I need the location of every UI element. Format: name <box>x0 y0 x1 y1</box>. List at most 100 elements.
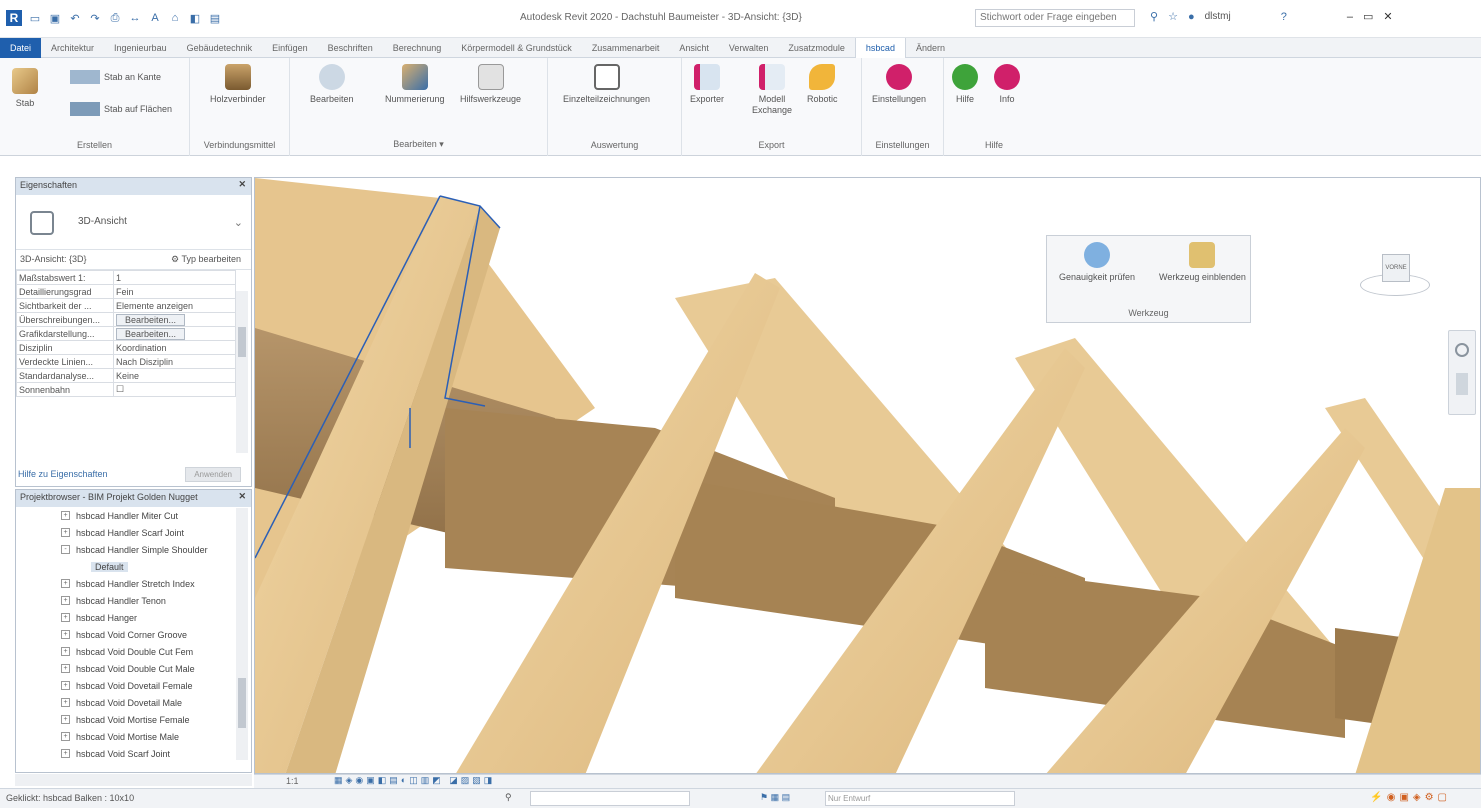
properties-help-link[interactable]: Hilfe zu Eigenschaften <box>18 469 108 479</box>
favorite-icon[interactable]: ☆ <box>1168 10 1178 23</box>
property-value[interactable]: Elemente anzeigen <box>113 298 236 313</box>
viewcube-face[interactable]: VORNE <box>1382 254 1410 282</box>
open-icon[interactable]: ▭ <box>28 11 42 25</box>
exporter-button[interactable]: Exporter <box>690 64 724 105</box>
expand-toggle-icon[interactable]: + <box>61 613 70 622</box>
3d-viewport[interactable] <box>254 177 1481 774</box>
ribbon-tab-3[interactable]: Gebäudetechnik <box>177 38 263 58</box>
edit-type-button[interactable]: ⚙ Typ bearbeiten <box>171 254 241 265</box>
chevron-down-icon[interactable]: ⌄ <box>234 216 243 229</box>
status-tool-icons[interactable]: ⚡◉▣◈⚙▢ <box>1370 792 1451 803</box>
property-value[interactable]: Fein <box>113 284 236 299</box>
property-row[interactable]: Grafikdarstellung... Bearbeiten... <box>16 326 236 341</box>
stab-flaechen-button[interactable]: Stab auf Flächen <box>70 102 172 116</box>
expand-toggle-icon[interactable]: + <box>61 596 70 605</box>
einstellungen-button[interactable]: Einstellungen <box>872 64 926 105</box>
property-value[interactable]: Bearbeiten... <box>113 326 236 341</box>
browser-item[interactable]: + hsbcad Hanger <box>16 609 251 626</box>
ribbon-tab-6[interactable]: Berechnung <box>383 38 452 58</box>
property-row[interactable]: Disziplin Koordination <box>16 340 236 355</box>
property-row[interactable]: Sonnenbahn ☐ <box>16 382 236 397</box>
expand-toggle-icon[interactable]: + <box>61 664 70 673</box>
help-icon[interactable]: ? <box>1281 11 1287 23</box>
type-selector[interactable]: 3D-Ansicht ⌄ <box>16 195 251 250</box>
instance-filter[interactable]: 3D-Ansicht: {3D} <box>20 254 87 264</box>
measure-icon[interactable]: ↔ <box>128 11 142 25</box>
roof-truss-model[interactable] <box>255 178 1481 774</box>
expand-toggle-icon[interactable]: + <box>61 579 70 588</box>
property-value[interactable]: Nach Disziplin <box>113 354 236 369</box>
save-icon[interactable]: ▣ <box>48 11 62 25</box>
expand-toggle-icon[interactable]: + <box>61 511 70 520</box>
apply-button[interactable]: Anwenden <box>185 467 241 482</box>
property-row[interactable]: Überschreibungen... Bearbeiten... <box>16 312 236 327</box>
browser-item[interactable]: + hsbcad Handler Scarf Joint <box>16 524 251 541</box>
browser-item[interactable]: + hsbcad Void Double Cut Male <box>16 660 251 677</box>
expand-toggle-icon[interactable]: - <box>61 545 70 554</box>
user-name[interactable]: dlstmj <box>1205 11 1231 22</box>
steering-wheel-icon[interactable] <box>1455 343 1469 357</box>
bearbeiten-button[interactable]: Bearbeiten <box>310 64 354 105</box>
browser-item[interactable]: + hsbcad Handler Miter Cut <box>16 507 251 524</box>
scroll-thumb[interactable] <box>238 678 246 728</box>
user-icon[interactable]: ● <box>1188 11 1195 23</box>
property-row[interactable]: Verdeckte Linien... Nach Disziplin <box>16 354 236 369</box>
browser-horizontal-scrollbar[interactable] <box>15 774 252 786</box>
ribbon-tab-4[interactable]: Einfügen <box>262 38 318 58</box>
minimize-icon[interactable]: – <box>1347 11 1353 23</box>
ribbon-tab-10[interactable]: Verwalten <box>719 38 779 58</box>
expand-toggle-icon[interactable]: + <box>61 749 70 758</box>
robotic-button[interactable]: Robotic <box>807 64 838 105</box>
print-icon[interactable]: ⎙ <box>108 11 122 25</box>
redo-icon[interactable]: ↷ <box>88 11 102 25</box>
property-row[interactable]: Maßstabswert 1: 1 <box>16 270 236 285</box>
zoom-icon[interactable] <box>1456 373 1468 395</box>
revit-logo-icon[interactable]: R <box>6 10 22 26</box>
scroll-thumb[interactable] <box>238 327 246 357</box>
browser-item[interactable]: - hsbcad Handler Simple Shoulder <box>16 541 251 558</box>
undo-icon[interactable]: ↶ <box>68 11 82 25</box>
browser-item[interactable]: + hsbcad Void Mortise Male <box>16 728 251 745</box>
view-control-icons[interactable]: ▦◈◉▣◧▤◐◫▥◩ ◪▨▧◨ <box>334 775 495 786</box>
binoculars-icon[interactable]: ⚲ <box>1150 10 1158 23</box>
property-value[interactable]: ☐ <box>113 382 236 397</box>
status-input[interactable] <box>530 791 690 806</box>
ribbon-tab-8[interactable]: Zusammenarbeit <box>582 38 670 58</box>
property-row[interactable]: Detaillierungsgrad Fein <box>16 284 236 299</box>
ribbon-tab-12[interactable]: hsbcad <box>854 37 906 58</box>
ribbon-tab-11[interactable]: Zusatzmodule <box>778 38 855 58</box>
workset-selector[interactable]: Nur Entwurf <box>825 791 1015 806</box>
browser-item[interactable]: + hsbcad Handler Stretch Index <box>16 575 251 592</box>
ribbon-tab-2[interactable]: Ingenieurbau <box>104 38 177 58</box>
hilfe-button[interactable]: Hilfe <box>952 64 978 105</box>
properties-filter[interactable]: 3D-Ansicht: {3D} ⚙ Typ bearbeiten <box>16 250 251 270</box>
browser-item[interactable]: + hsbcad Void Dovetail Female <box>16 677 251 694</box>
hilfswerkzeuge-button[interactable]: Hilfswerkzeuge <box>460 64 521 105</box>
browser-scrollbar[interactable] <box>236 508 248 760</box>
ribbon-tab-1[interactable]: Architektur <box>41 38 104 58</box>
workset-icons[interactable]: ⚑ ▦ ▤ <box>760 792 790 803</box>
modell-exchange-button[interactable]: Modell Exchange <box>747 64 797 116</box>
expand-toggle-icon[interactable]: + <box>61 647 70 656</box>
browser-item[interactable]: + hsbcad Void Scarf Joint <box>16 745 251 762</box>
close-icon[interactable]: ✕ <box>1383 10 1392 23</box>
maximize-icon[interactable]: ▭ <box>1363 10 1373 23</box>
ribbon-tab-9[interactable]: Ansicht <box>669 38 719 58</box>
property-value[interactable]: Keine <box>113 368 236 383</box>
ribbon-tab-0[interactable]: Datei <box>0 37 42 58</box>
expand-toggle-icon[interactable]: + <box>61 698 70 707</box>
browser-item[interactable]: + hsbcad Handler Tenon <box>16 592 251 609</box>
property-row[interactable]: Sichtbarkeit der ... Elemente anzeigen <box>16 298 236 313</box>
browser-item[interactable]: Default <box>16 558 251 575</box>
browser-item[interactable]: + hsbcad Void Dovetail Male <box>16 694 251 711</box>
property-value[interactable]: Bearbeiten... <box>113 312 236 327</box>
expand-toggle-icon[interactable]: + <box>61 681 70 690</box>
property-value[interactable]: Koordination <box>113 340 236 355</box>
expand-toggle-icon[interactable]: + <box>61 528 70 537</box>
holzverbinder-button[interactable]: Holzverbinder <box>210 64 266 105</box>
expand-toggle-icon[interactable]: + <box>61 630 70 639</box>
property-value[interactable]: 1 <box>113 270 236 285</box>
view-scale[interactable]: 1:1 <box>286 776 299 786</box>
browser-item[interactable]: + hsbcad Void Double Cut Fem <box>16 643 251 660</box>
3d-view-icon[interactable]: ⌂ <box>168 11 182 25</box>
